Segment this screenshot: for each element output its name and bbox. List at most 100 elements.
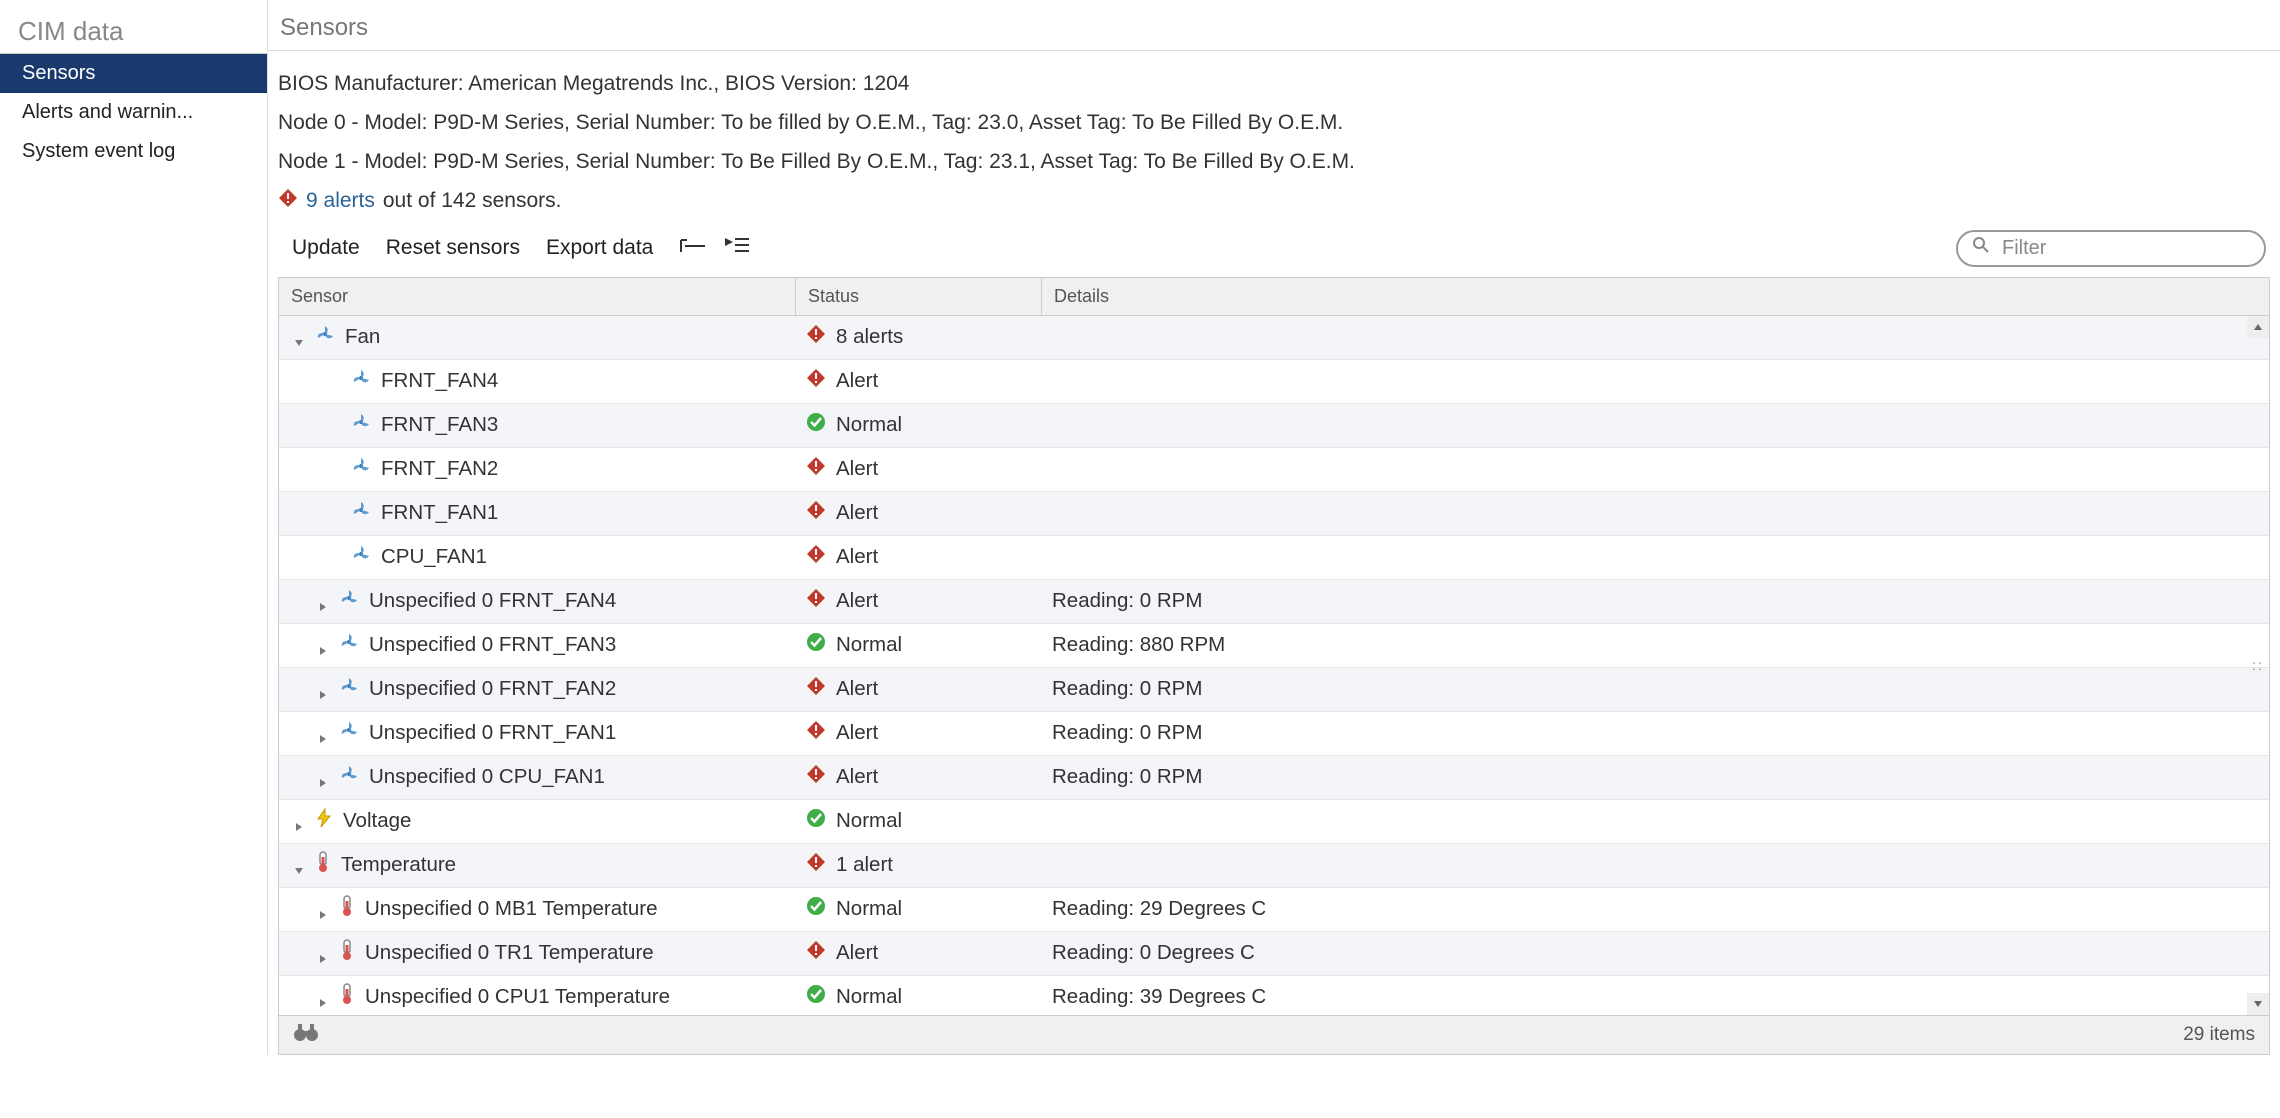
details-text — [1042, 448, 2269, 491]
expander-icon[interactable] — [317, 595, 329, 607]
table-row[interactable]: Unspecified 0 FRNT_FAN2AlertReading: 0 R… — [279, 668, 2269, 712]
col-header-details[interactable]: Details — [1042, 278, 2269, 315]
expander-icon[interactable] — [317, 683, 329, 695]
expander-icon[interactable] — [317, 639, 329, 651]
alerts-link[interactable]: 9 alerts — [306, 189, 375, 213]
expander-icon[interactable] — [317, 771, 329, 783]
status-bar: 29 items — [278, 1016, 2270, 1055]
temp-icon — [339, 983, 355, 1011]
page-title: Sensors — [268, 10, 2280, 51]
col-header-sensor[interactable]: Sensor — [279, 278, 796, 315]
status-text: Alert — [836, 369, 878, 393]
fan-icon — [339, 764, 359, 790]
sensors-table: Sensor Status Details :: Fan8 alertsFRNT… — [278, 277, 2270, 1016]
status-normal-icon — [806, 412, 826, 438]
details-text: Reading: 0 RPM — [1042, 756, 2269, 799]
status-text: 8 alerts — [836, 325, 903, 349]
item-count: 29 items — [2183, 1024, 2255, 1046]
table-row[interactable]: CPU_FAN1Alert — [279, 536, 2269, 580]
table-row[interactable]: FRNT_FAN3Normal — [279, 404, 2269, 448]
status-text: Normal — [836, 897, 902, 921]
status-normal-icon — [806, 896, 826, 922]
table-row[interactable]: Unspecified 0 CPU_FAN1AlertReading: 0 RP… — [279, 756, 2269, 800]
expander-icon[interactable] — [293, 815, 305, 827]
details-text: Reading: 0 RPM — [1042, 712, 2269, 755]
table-row[interactable]: Unspecified 0 FRNT_FAN1AlertReading: 0 R… — [279, 712, 2269, 756]
table-row[interactable]: Unspecified 0 CPU1 TemperatureNormalRead… — [279, 976, 2269, 1015]
temp-icon — [339, 939, 355, 967]
status-text: Alert — [836, 501, 878, 525]
details-text: Reading: 39 Degrees C — [1042, 976, 2269, 1015]
table-row[interactable]: VoltageNormal — [279, 800, 2269, 844]
update-button[interactable]: Update — [292, 236, 360, 260]
details-text: Reading: 0 RPM — [1042, 580, 2269, 623]
expander-icon[interactable] — [317, 727, 329, 739]
expander-icon[interactable] — [317, 903, 329, 915]
table-row[interactable]: Unspecified 0 FRNT_FAN3NormalReading: 88… — [279, 624, 2269, 668]
filter-input[interactable] — [2000, 236, 2269, 261]
expand-icon[interactable] — [679, 236, 707, 260]
main-content: Sensors BIOS Manufacturer: American Mega… — [268, 0, 2280, 1055]
fan-icon — [339, 588, 359, 614]
status-text: Alert — [836, 545, 878, 569]
expander-placeholder — [329, 551, 341, 563]
sidebar-item-sensors[interactable]: Sensors — [0, 54, 267, 93]
details-text: Reading: 0 Degrees C — [1042, 932, 2269, 975]
sidebar: CIM data SensorsAlerts and warnin...Syst… — [0, 0, 268, 1055]
expander-icon[interactable] — [317, 991, 329, 1003]
reset-sensors-button[interactable]: Reset sensors — [386, 236, 520, 260]
temp-icon — [315, 851, 331, 879]
expander-placeholder — [329, 507, 341, 519]
table-row[interactable]: FRNT_FAN1Alert — [279, 492, 2269, 536]
sensor-name: FRNT_FAN4 — [381, 369, 498, 393]
filter-box[interactable]: ▼ — [1956, 230, 2266, 267]
table-row[interactable]: Fan8 alerts — [279, 316, 2269, 360]
details-text — [1042, 492, 2269, 535]
export-data-button[interactable]: Export data — [546, 236, 653, 260]
status-text: Alert — [836, 589, 878, 613]
status-text: Alert — [836, 677, 878, 701]
details-text — [1042, 404, 2269, 447]
node1-line: Node 1 - Model: P9D-M Series, Serial Num… — [278, 143, 2270, 182]
sensor-name: Unspecified 0 MB1 Temperature — [365, 897, 657, 921]
details-text — [1042, 800, 2269, 843]
details-text — [1042, 360, 2269, 403]
status-text: Alert — [836, 721, 878, 745]
col-header-status[interactable]: Status — [796, 278, 1042, 315]
scroll-down-icon[interactable] — [2247, 993, 2269, 1015]
fan-icon — [315, 324, 335, 350]
expander-icon[interactable] — [293, 859, 305, 871]
drag-handle-icon[interactable]: :: — [2247, 655, 2269, 675]
scroll-up-icon[interactable] — [2247, 316, 2269, 338]
table-row[interactable]: Temperature1 alert — [279, 844, 2269, 888]
sensor-name: Unspecified 0 FRNT_FAN3 — [369, 633, 616, 657]
sidebar-item-system-event-log[interactable]: System event log — [0, 132, 267, 171]
sensor-name: Unspecified 0 FRNT_FAN2 — [369, 677, 616, 701]
expander-icon[interactable] — [293, 331, 305, 343]
alerts-suffix: out of 142 sensors. — [383, 189, 562, 213]
details-text: Reading: 880 RPM — [1042, 624, 2269, 667]
status-alert-icon — [806, 500, 826, 526]
sidebar-item-alerts-and-warnin[interactable]: Alerts and warnin... — [0, 93, 267, 132]
status-text: Alert — [836, 765, 878, 789]
status-alert-icon — [806, 940, 826, 966]
bios-line: BIOS Manufacturer: American Megatrends I… — [278, 65, 2270, 104]
binoculars-icon[interactable] — [293, 1022, 319, 1048]
table-row[interactable]: FRNT_FAN2Alert — [279, 448, 2269, 492]
collapse-icon[interactable] — [723, 235, 751, 261]
sensor-name: Unspecified 0 CPU1 Temperature — [365, 985, 670, 1009]
expander-icon[interactable] — [317, 947, 329, 959]
status-alert-icon — [806, 720, 826, 746]
table-row[interactable]: Unspecified 0 TR1 TemperatureAlertReadin… — [279, 932, 2269, 976]
fan-icon — [351, 456, 371, 482]
table-row[interactable]: Unspecified 0 FRNT_FAN4AlertReading: 0 R… — [279, 580, 2269, 624]
fan-icon — [339, 720, 359, 746]
fan-icon — [339, 676, 359, 702]
table-row[interactable]: Unspecified 0 MB1 TemperatureNormalReadi… — [279, 888, 2269, 932]
status-text: Alert — [836, 941, 878, 965]
status-text: Normal — [836, 413, 902, 437]
expander-placeholder — [329, 463, 341, 475]
status-text: 1 alert — [836, 853, 893, 877]
table-row[interactable]: FRNT_FAN4 Alert — [279, 360, 2269, 404]
fan-icon — [339, 632, 359, 658]
